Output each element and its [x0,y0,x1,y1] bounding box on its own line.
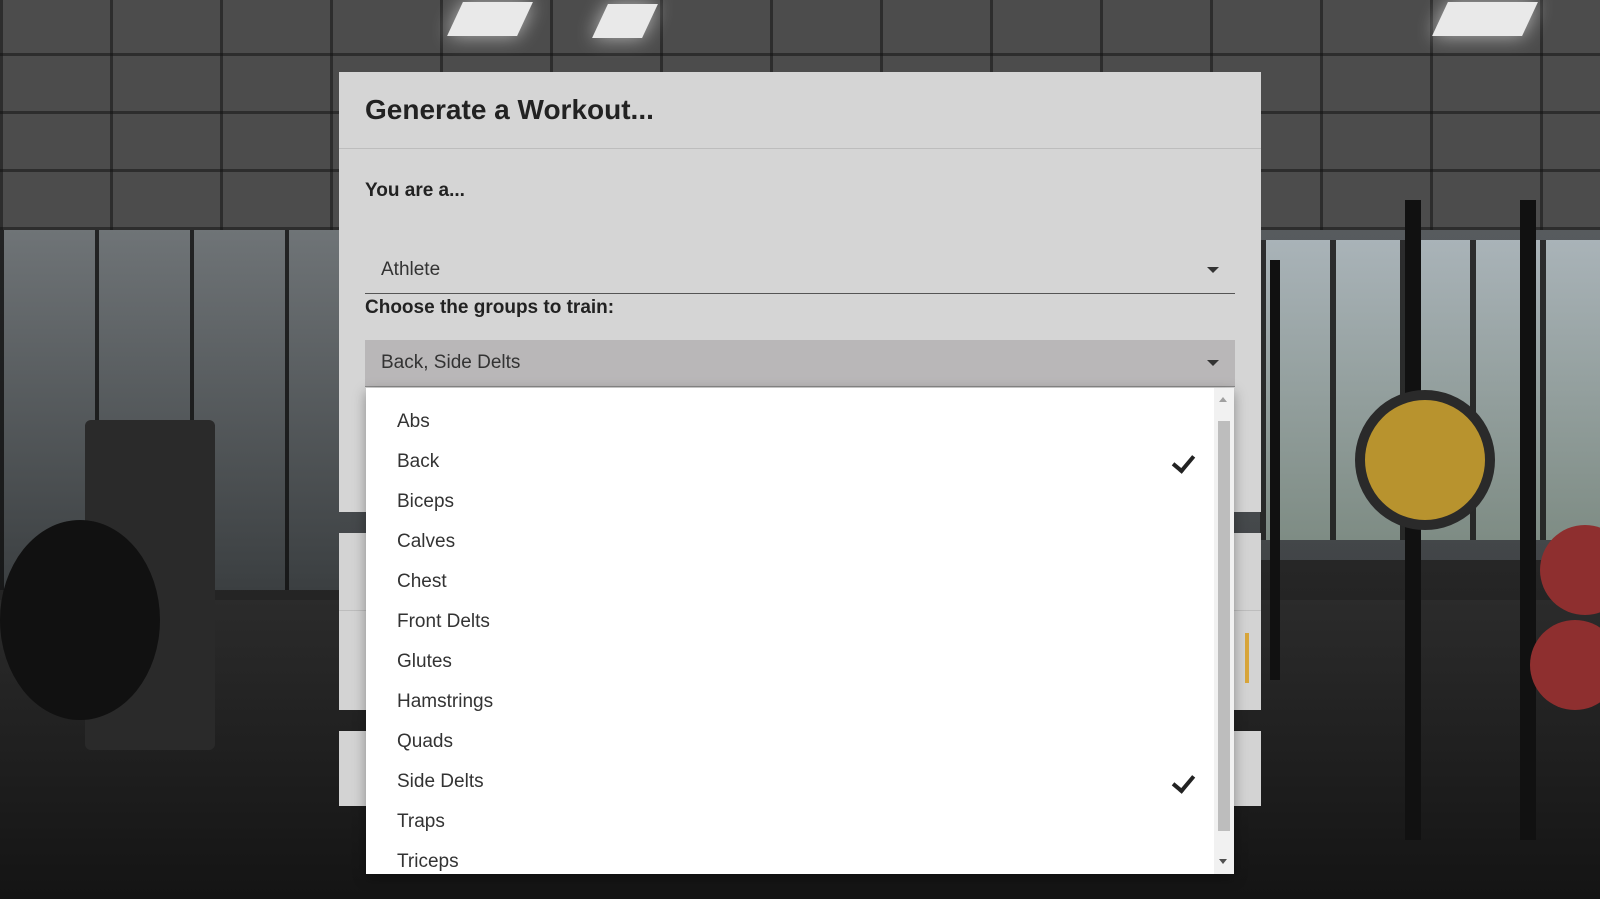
scroll-down-arrow-icon[interactable] [1219,859,1227,864]
groups-select[interactable]: Back, Side Delts [365,340,1235,387]
groups-label: Choose the groups to train: [365,297,615,318]
groups-dropdown-menu: Abs Back Biceps Calves Chest Front Delts… [366,388,1234,874]
dropdown-option-front-delts[interactable]: Front Delts [366,602,1212,642]
chevron-down-icon [1207,267,1219,273]
dropdown-option-biceps[interactable]: Biceps [366,482,1212,522]
weight-plate [0,520,160,720]
dropdown-option-triceps[interactable]: Triceps [366,842,1212,874]
groups-select-value: Back, Side Delts [381,352,521,373]
ceiling-light [1432,2,1538,36]
chevron-down-icon [1207,360,1219,366]
rack-post [1520,200,1536,840]
rack-post [1270,260,1280,680]
dropdown-option-hamstrings[interactable]: Hamstrings [366,682,1212,722]
accent-bar [1245,633,1249,683]
role-label: You are a... [365,180,465,201]
dropdown-option-abs[interactable]: Abs [366,402,1212,442]
dropdown-scrollbar[interactable] [1214,388,1234,874]
dropdown-option-quads[interactable]: Quads [366,722,1212,762]
dropdown-option-glutes[interactable]: Glutes [366,642,1212,682]
role-select-value: Athlete [381,259,441,280]
dropdown-option-calves[interactable]: Calves [366,522,1212,562]
scroll-up-arrow-icon[interactable] [1219,397,1227,402]
role-select[interactable]: Athlete [365,247,1235,294]
dropdown-option-chest[interactable]: Chest [366,562,1212,602]
checkmark-icon [1171,769,1196,794]
dropdown-option-back[interactable]: Back [366,442,1212,482]
card-title: Generate a Workout... [365,94,654,125]
dropdown-option-side-delts[interactable]: Side Delts [366,762,1212,802]
scrollbar-thumb[interactable] [1218,421,1230,831]
dropdown-option-traps[interactable]: Traps [366,802,1212,842]
card-header: Generate a Workout... [339,72,1261,149]
bumper-plate [1355,390,1495,530]
checkmark-icon [1171,449,1196,474]
